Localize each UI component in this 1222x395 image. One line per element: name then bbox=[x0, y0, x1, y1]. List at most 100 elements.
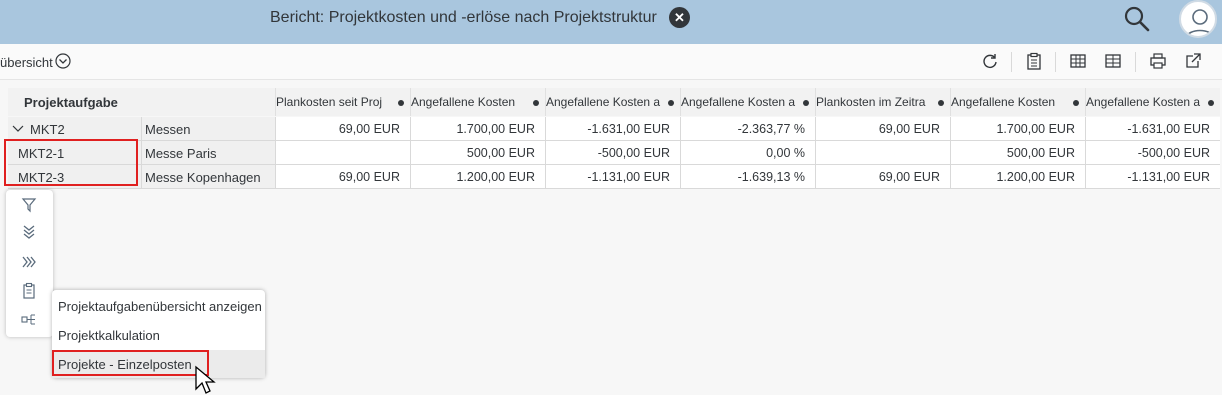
value-cell[interactable]: 69,00 EUR bbox=[275, 165, 410, 189]
cell-value: -500,00 EUR bbox=[597, 146, 670, 160]
value-cell[interactable]: -2.363,77 % bbox=[680, 117, 815, 141]
column-menu-icon[interactable] bbox=[533, 100, 539, 106]
user-avatar-icon[interactable] bbox=[1179, 0, 1217, 38]
cell-action-bar bbox=[6, 190, 53, 337]
drill-down-icon[interactable] bbox=[20, 223, 38, 241]
jump-to-icon[interactable] bbox=[20, 310, 38, 328]
column-header-label: Plankosten im Zeitra bbox=[816, 95, 926, 109]
refresh-icon[interactable] bbox=[981, 52, 999, 70]
value-cell[interactable]: -1.631,00 EUR bbox=[1085, 117, 1220, 141]
row-text-cell[interactable]: Messen bbox=[141, 117, 275, 141]
app-window: Bericht: Projektkosten und -erlöse nach … bbox=[0, 0, 1222, 395]
column-header[interactable]: Angefallene Kosten a bbox=[545, 88, 680, 116]
value-cell[interactable]: -500,00 EUR bbox=[545, 141, 680, 165]
cell-value: -1.131,00 EUR bbox=[587, 170, 670, 184]
column-header[interactable]: Angefallene Kosten a bbox=[680, 88, 815, 116]
column-menu-icon[interactable] bbox=[398, 100, 404, 106]
column-header[interactable]: Angefallene Kosten a bbox=[1085, 88, 1220, 116]
column-header[interactable]: Plankosten im Zeitra bbox=[815, 88, 950, 116]
column-header-label: Angefallene Kosten a bbox=[681, 95, 796, 109]
filter-icon[interactable] bbox=[20, 196, 38, 214]
cell-value: -1.639,13 % bbox=[737, 170, 805, 184]
column-header[interactable]: Angefallene Kosten bbox=[410, 88, 545, 116]
dimension-header-label: Projektaufgabe bbox=[24, 95, 118, 110]
mouse-cursor-icon bbox=[195, 365, 216, 394]
value-cell[interactable]: -1.131,00 EUR bbox=[1085, 165, 1220, 189]
menu-item-label: Projektaufgabenübersicht anzeigen bbox=[58, 299, 262, 314]
view-selector-label[interactable]: übersicht bbox=[0, 55, 53, 70]
cell-value: 69,00 EUR bbox=[878, 122, 940, 136]
toolbar-separator bbox=[1011, 52, 1012, 72]
expand-chevron-icon[interactable] bbox=[12, 125, 24, 133]
column-menu-icon[interactable] bbox=[1208, 100, 1214, 106]
cell-value: -2.363,77 % bbox=[737, 122, 805, 136]
column-menu-icon[interactable] bbox=[803, 100, 809, 106]
cell-value: 0,00 % bbox=[766, 146, 805, 160]
cell-value: 69,00 EUR bbox=[338, 122, 400, 136]
close-icon[interactable]: ✕ bbox=[669, 7, 690, 28]
cell-value: -1.631,00 EUR bbox=[587, 122, 670, 136]
highlight-selection-box bbox=[4, 139, 138, 186]
row-key-cell[interactable]: MKT2 bbox=[8, 117, 141, 141]
menu-item-project-costing[interactable]: Projektkalkulation bbox=[52, 321, 265, 349]
toolbar-separator bbox=[1055, 52, 1056, 72]
column-header-label: Angefallene Kosten a bbox=[546, 95, 661, 109]
cell-value: -1.131,00 EUR bbox=[1127, 170, 1210, 184]
value-cell[interactable]: -1.631,00 EUR bbox=[545, 117, 680, 141]
column-menu-icon[interactable] bbox=[938, 100, 944, 106]
value-cell[interactable]: 69,00 EUR bbox=[815, 165, 950, 189]
menu-item-task-overview[interactable]: Projektaufgabenübersicht anzeigen bbox=[52, 292, 265, 320]
cell-value: 69,00 EUR bbox=[338, 170, 400, 184]
search-icon[interactable] bbox=[1122, 4, 1152, 34]
row-text-cell[interactable]: Messe Paris bbox=[141, 141, 275, 165]
cell-value: -1.631,00 EUR bbox=[1127, 122, 1210, 136]
table-row[interactable]: MKT2 Messen 69,00 EUR 1.700,00 EUR -1.63… bbox=[0, 117, 1222, 141]
table-row[interactable]: MKT2-1 Messe Paris 500,00 EUR -500,00 EU… bbox=[0, 141, 1222, 165]
menu-item-label: Projektkalkulation bbox=[58, 328, 160, 343]
row-text-label: Messe Kopenhagen bbox=[145, 170, 261, 185]
value-cell[interactable]: 1.200,00 EUR bbox=[950, 165, 1085, 189]
value-cell[interactable] bbox=[275, 141, 410, 165]
value-cell[interactable]: 1.700,00 EUR bbox=[950, 117, 1085, 141]
toolbar-separator bbox=[1135, 52, 1136, 72]
column-header-label: Angefallene Kosten a bbox=[1086, 95, 1201, 109]
cell-value: -500,00 EUR bbox=[1137, 146, 1210, 160]
value-cell[interactable]: 69,00 EUR bbox=[815, 117, 950, 141]
value-cell[interactable]: 69,00 EUR bbox=[275, 117, 410, 141]
row-text-label: Messen bbox=[145, 122, 191, 137]
cell-value: 1.200,00 EUR bbox=[456, 170, 535, 184]
clipboard-icon[interactable] bbox=[1025, 52, 1043, 70]
column-header-label: Plankosten seit Proj bbox=[276, 95, 383, 109]
shell-bar: Bericht: Projektkosten und -erlöse nach … bbox=[0, 0, 1222, 44]
column-header[interactable]: Plankosten seit Proj bbox=[275, 88, 410, 116]
table-icon[interactable] bbox=[1069, 52, 1087, 70]
value-cell[interactable]: -1.131,00 EUR bbox=[545, 165, 680, 189]
row-text-cell[interactable]: Messe Kopenhagen bbox=[141, 165, 275, 189]
value-cell[interactable]: 1.700,00 EUR bbox=[410, 117, 545, 141]
value-cell[interactable]: 500,00 EUR bbox=[950, 141, 1085, 165]
column-header-label: Angefallene Kosten bbox=[951, 95, 1056, 109]
table-settings-icon[interactable] bbox=[1104, 52, 1122, 70]
value-cell[interactable]: 500,00 EUR bbox=[410, 141, 545, 165]
clipboard-icon[interactable] bbox=[20, 282, 38, 300]
dimension-header[interactable]: Projektaufgabe bbox=[8, 88, 275, 116]
value-cell[interactable] bbox=[815, 141, 950, 165]
table-row[interactable]: MKT2-3 Messe Kopenhagen 69,00 EUR 1.200,… bbox=[0, 165, 1222, 189]
print-icon[interactable] bbox=[1149, 52, 1167, 70]
column-menu-icon[interactable] bbox=[668, 100, 674, 106]
cell-value: 1.700,00 EUR bbox=[456, 122, 535, 136]
chevron-down-icon[interactable] bbox=[55, 53, 71, 69]
drill-across-icon[interactable] bbox=[20, 253, 38, 271]
value-cell[interactable]: -1.639,13 % bbox=[680, 165, 815, 189]
share-icon[interactable] bbox=[1184, 52, 1202, 70]
cell-value: 1.200,00 EUR bbox=[996, 170, 1075, 184]
value-cell[interactable]: 0,00 % bbox=[680, 141, 815, 165]
value-cell[interactable]: 1.200,00 EUR bbox=[410, 165, 545, 189]
column-header-label: Angefallene Kosten bbox=[411, 95, 516, 109]
cell-value: 500,00 EUR bbox=[466, 146, 535, 160]
value-cell[interactable]: -500,00 EUR bbox=[1085, 141, 1220, 165]
column-header[interactable]: Angefallene Kosten bbox=[950, 88, 1085, 116]
column-menu-icon[interactable] bbox=[1073, 100, 1079, 106]
cell-value: 1.700,00 EUR bbox=[996, 122, 1075, 136]
table-header-row: Projektaufgabe Plankosten seit Proj Ange… bbox=[0, 88, 1222, 116]
